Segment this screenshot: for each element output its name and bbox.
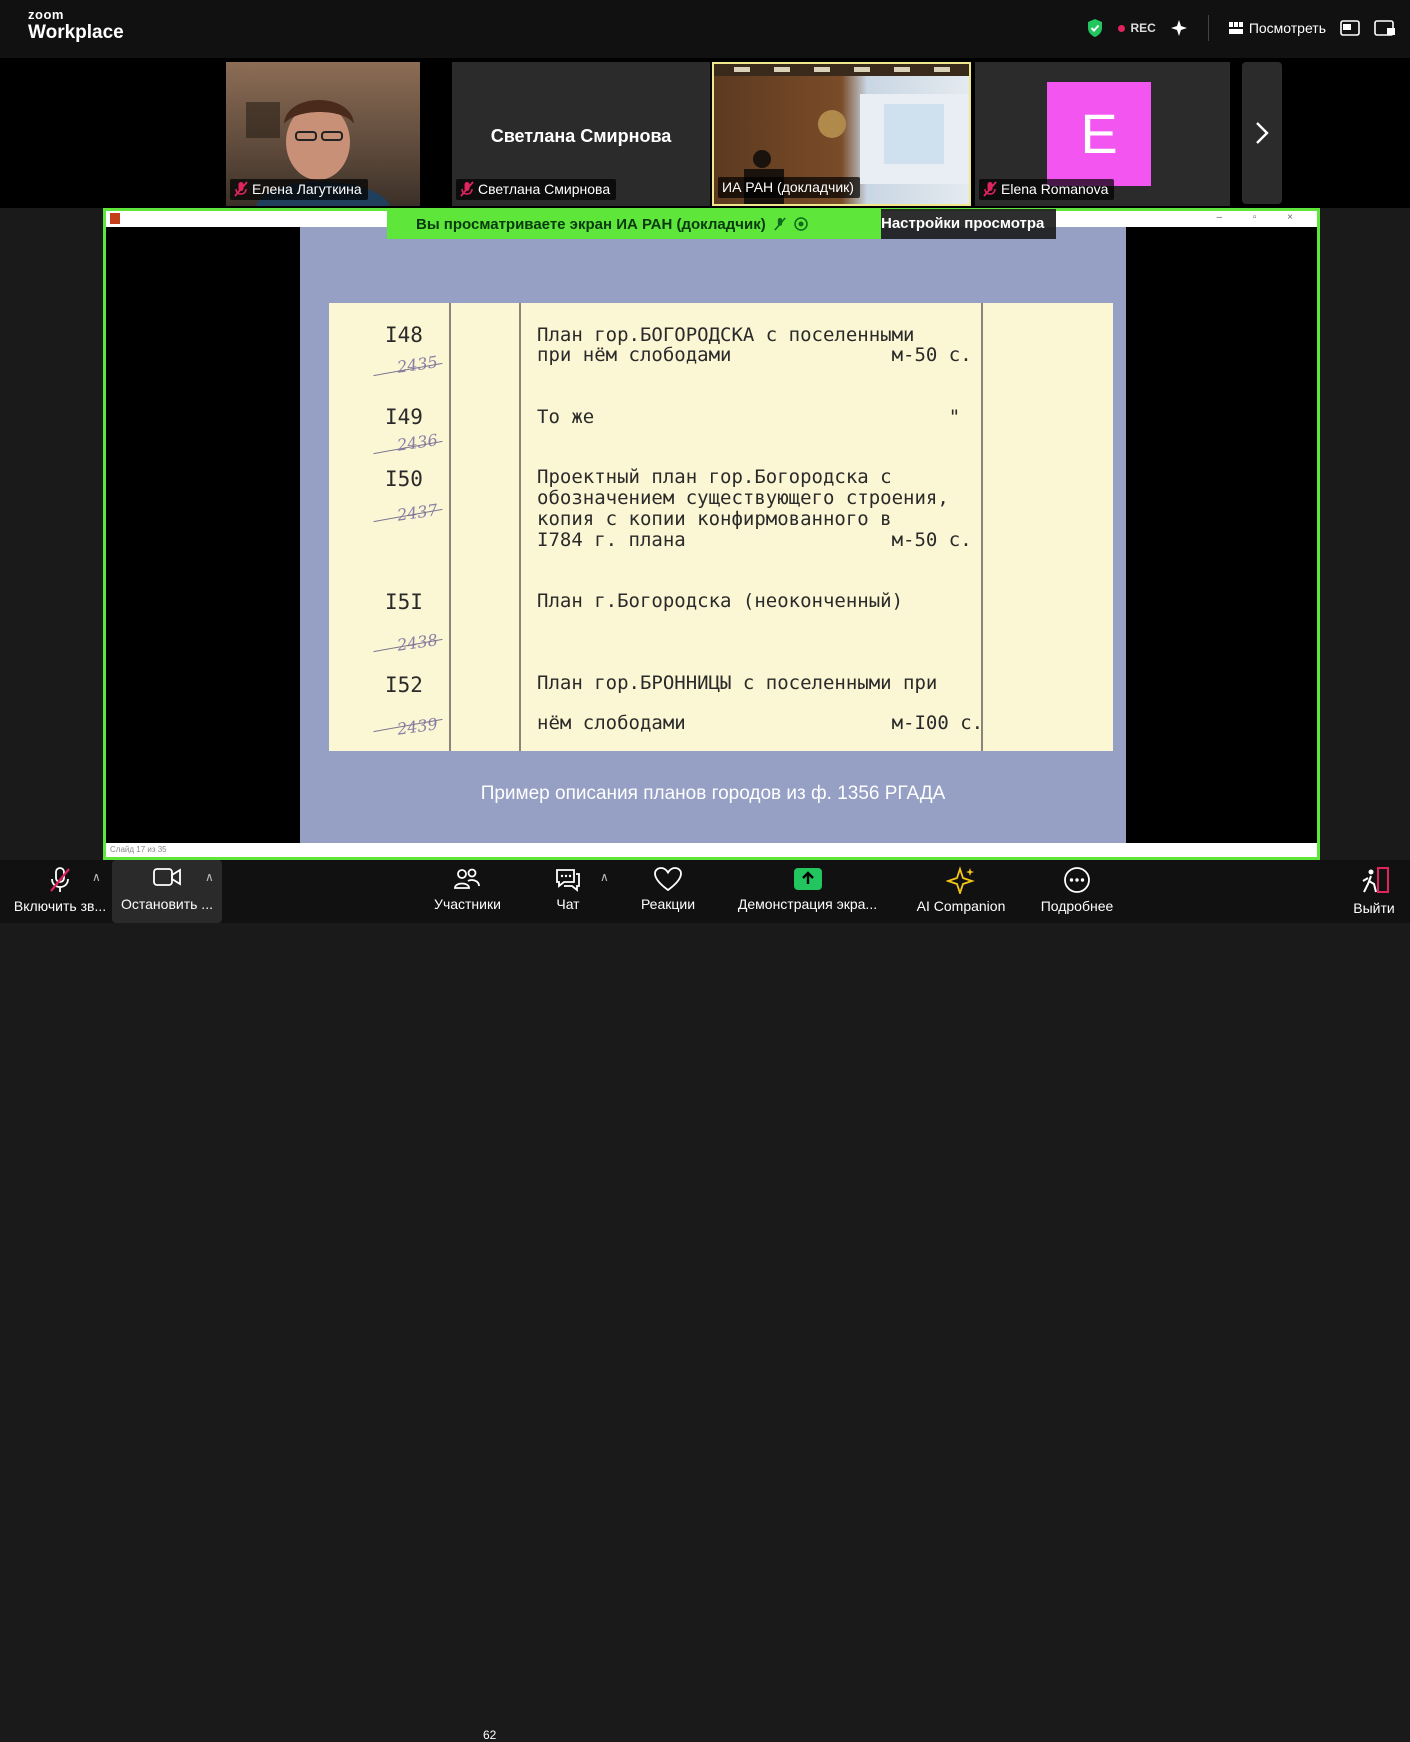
viewing-screen-banner[interactable]: Вы просматриваете экран ИА РАН (докладчи… — [387, 209, 881, 239]
participant-name-label: Светлана Смирнова — [456, 179, 617, 200]
picture-in-picture-icon[interactable] — [1340, 20, 1360, 36]
top-bar: zoom Workplace REC Посмотреть — [0, 0, 1410, 58]
participant-strip: Елена Лагуткина Светлана Смирнова Светла… — [0, 58, 1410, 208]
chat-options-caret[interactable]: ∧ — [600, 870, 609, 884]
muted-mic-icon — [983, 181, 997, 197]
shared-window-controls: – ▫ × — [1216, 212, 1307, 223]
doc-column-rule — [519, 303, 521, 751]
participant-tile[interactable]: E Elena Romanova — [975, 62, 1230, 206]
entry-text-line: I784 г. плана м-50 с. — [537, 529, 972, 551]
view-button[interactable]: Посмотреть — [1228, 20, 1326, 36]
participant-name-label: Елена Лагуткина — [230, 179, 368, 200]
heart-icon — [654, 867, 682, 892]
presentation-slide: I48 2435 План гор.БОГОРОДСКА с поселенны… — [300, 227, 1126, 847]
doc-column-rule — [981, 303, 983, 751]
participant-name: Светлана Смирнова — [478, 181, 611, 197]
participant-tile[interactable]: Светлана Смирнова Светлана Смирнова — [452, 62, 710, 206]
entry-text-line: План гор.БРОННИЦЫ с поселенными при — [537, 672, 938, 694]
view-options-dropdown[interactable]: Настройки просмотра — [881, 209, 1057, 239]
participant-tile-active-speaker[interactable]: ИА РАН (докладчик) — [712, 62, 971, 206]
ai-companion-button[interactable]: AI Companion — [908, 860, 1014, 923]
participant-name-label: Elena Romanova — [979, 179, 1115, 200]
entry-text-line: То же " — [537, 406, 961, 428]
recording-indicator[interactable]: REC — [1118, 21, 1156, 35]
zoom-logo: zoom Workplace — [28, 8, 124, 44]
entry-number: I48 — [385, 323, 423, 347]
participant-display-name: Светлана Смирнова — [490, 126, 672, 146]
next-page-button[interactable] — [1242, 62, 1282, 204]
chat-label: Чат — [556, 896, 580, 912]
meeting-toolbar: Включить зв... ∧ Остановить ... ∧ Участн… — [0, 860, 1410, 1742]
participants-icon — [453, 868, 480, 889]
chevron-right-icon — [1256, 122, 1269, 144]
slide-caption: Пример описания планов городов из ф. 135… — [480, 783, 946, 804]
entry-text-line: План г.Богородска (неоконченный) — [537, 590, 904, 612]
video-label: Остановить ... — [121, 896, 213, 912]
more-dots-icon — [1064, 867, 1090, 893]
participants-count-badge: 62 — [483, 1728, 497, 1742]
ai-companion-label: AI Companion — [916, 898, 1006, 914]
shared-screen[interactable]: – ▫ × I48 2435 План гор.БОГОРОДСКА с пос… — [103, 208, 1320, 860]
participant-name-label: ИА РАН (докладчик) — [718, 177, 860, 198]
slide-counter: Слайд 17 из 35 — [110, 845, 167, 854]
entry-number: I5I — [385, 590, 423, 614]
more-button[interactable]: Подробнее — [1034, 860, 1120, 923]
entry-text-line: Проектный план гор.Богородска с — [537, 466, 892, 488]
toolbar-separator — [1207, 15, 1209, 41]
entry-number: I49 — [385, 405, 423, 429]
view-label: Посмотреть — [1248, 20, 1326, 36]
rec-label: REC — [1130, 21, 1156, 35]
entry-number: I50 — [385, 467, 423, 491]
powerpoint-icon — [110, 213, 120, 224]
fullscreen-window-icon[interactable] — [1374, 20, 1396, 36]
ai-sparkle-icon[interactable] — [1170, 19, 1188, 37]
logo-zoom-text: zoom — [28, 7, 64, 22]
entry-text-line: обозначением существующего строения, — [537, 487, 949, 509]
participant-name: Elena Romanova — [1001, 181, 1109, 197]
audio-options-caret[interactable]: ∧ — [92, 870, 101, 884]
doc-column-rule — [449, 303, 451, 751]
entry-text-line: копия с копии конфирмованного в — [537, 508, 892, 530]
grid-view-icon — [1228, 22, 1243, 34]
chat-button[interactable]: Чат — [540, 860, 596, 923]
leave-door-icon — [1362, 867, 1389, 893]
participant-name: Елена Лагуткина — [252, 181, 362, 197]
chat-bubble-icon — [556, 869, 580, 892]
muted-mic-icon — [234, 181, 248, 197]
share-screen-icon — [793, 868, 822, 890]
entry-text-line: План гор.БОГОРОДСКА с поселенными — [537, 324, 915, 346]
reactions-label: Реакции — [640, 896, 696, 912]
participant-avatar: E — [1047, 82, 1151, 186]
video-options-caret[interactable]: ∧ — [205, 870, 214, 884]
leave-button[interactable]: Выйти — [1346, 860, 1402, 923]
share-label: Демонстрация экра... — [737, 896, 878, 912]
security-shield-icon[interactable] — [1086, 18, 1104, 38]
logo-workplace-text: Workplace — [28, 22, 124, 43]
mic-muted-icon — [50, 867, 70, 892]
rec-dot-icon — [1118, 24, 1126, 32]
entry-text-line: при нём слободами м-50 с. — [537, 344, 972, 366]
archive-document-image: I48 2435 План гор.БОГОРОДСКА с поселенны… — [329, 303, 1113, 751]
leave-label: Выйти — [1353, 900, 1395, 916]
participants-label: Участники — [434, 896, 501, 912]
viewing-banner-text: Вы просматриваете экран ИА РАН (докладчи… — [416, 215, 766, 233]
status-circle-icon — [793, 217, 808, 231]
top-right-controls: REC Посмотреть — [1086, 14, 1396, 42]
participant-name: ИА РАН (докладчик) — [722, 179, 854, 195]
muted-mic-icon — [773, 217, 786, 231]
video-camera-icon — [153, 868, 181, 886]
participant-tile[interactable]: Елена Лагуткина — [226, 62, 420, 206]
presentation-status-bar: Слайд 17 из 35 — [106, 843, 1317, 857]
muted-mic-icon — [460, 181, 474, 197]
share-screen-button[interactable]: Демонстрация экра... — [730, 860, 885, 923]
more-label: Подробнее — [1040, 898, 1114, 914]
entry-number: I52 — [385, 673, 423, 697]
entry-text-line: нём слободами м-I00 с. — [537, 712, 984, 734]
participants-button[interactable]: Участники — [420, 860, 515, 923]
audio-label: Включить зв... — [13, 898, 107, 914]
reactions-button[interactable]: Реакции — [630, 860, 706, 923]
view-options-label: Настройки просмотра — [881, 215, 1045, 232]
ai-sparkle-icon — [946, 866, 975, 894]
